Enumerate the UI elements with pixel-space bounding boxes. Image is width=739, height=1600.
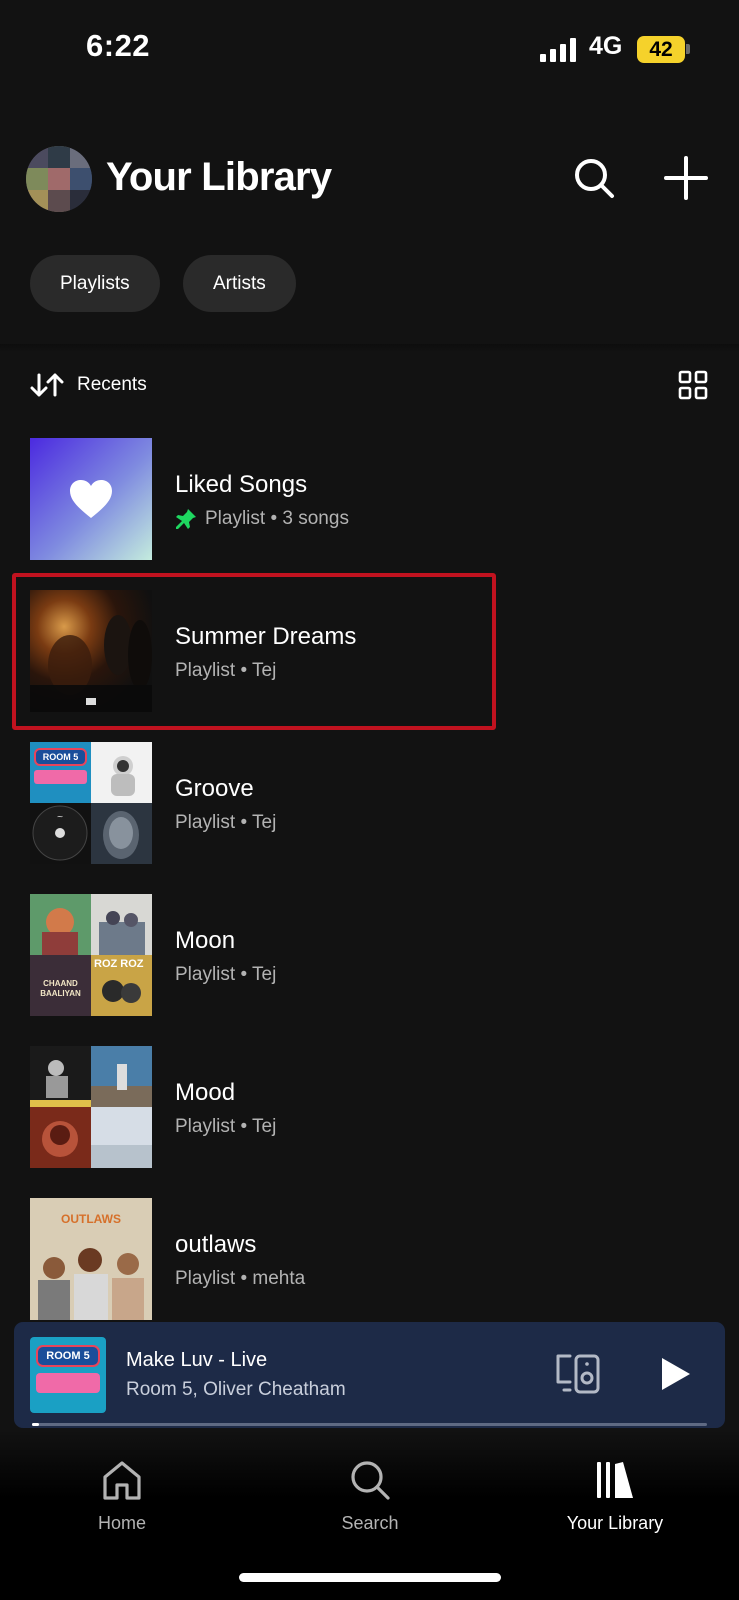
mood-cover-tile: [30, 1107, 91, 1168]
home-indicator: [239, 1573, 501, 1582]
play-button[interactable]: [654, 1354, 694, 1394]
item-title: outlaws: [175, 1231, 257, 1258]
moon-cover: CHAAND BAALIYAN ROZ ROZ: [30, 894, 152, 1016]
search-icon: [351, 1461, 390, 1500]
moon-cover-tile: ROZ ROZ: [91, 955, 152, 1016]
play-icon: [662, 1358, 690, 1390]
sort-button[interactable]: Recents: [30, 368, 147, 402]
cover-text: ROOM 5: [36, 1345, 100, 1367]
item-subtitle: Playlist • Tej: [175, 1116, 277, 1137]
item-title: Moon: [175, 927, 236, 954]
now-playing-title: Make Luv - Live: [126, 1349, 268, 1371]
cover-text: CHAAND BAALIYAN: [40, 979, 81, 998]
outlaws-cover: OUTLAWS: [30, 1198, 152, 1320]
groove-cover-tile: [91, 803, 152, 864]
nav-home[interactable]: Home: [42, 1456, 202, 1534]
item-title: Mood: [175, 1079, 236, 1106]
nav-label: Search: [341, 1513, 399, 1533]
now-playing-cover: ROOM 5: [30, 1337, 106, 1413]
mood-cover-tile: [91, 1046, 152, 1107]
list-item-groove[interactable]: ROOM 5 ~ Groove Playlist • Tej: [30, 742, 710, 864]
groove-cover-tile: ROOM 5: [30, 742, 91, 803]
filter-chip-artists[interactable]: Artists: [183, 255, 296, 312]
create-button[interactable]: [660, 152, 712, 204]
nav-your-library[interactable]: Your Library: [535, 1456, 695, 1534]
devices-icon: [556, 1354, 600, 1394]
list-item-outlaws[interactable]: OUTLAWS outlaws Playlist • mehta: [30, 1198, 710, 1320]
groove-cover-tile: [91, 742, 152, 803]
filter-chip-playlists[interactable]: Playlists: [30, 255, 160, 312]
moon-cover-tile: [30, 894, 91, 955]
battery-cap: [686, 44, 690, 54]
page-title: Your Library: [106, 155, 332, 199]
grid-icon: [678, 370, 708, 400]
list-item-liked-songs[interactable]: Liked Songs Playlist • 3 songs: [30, 438, 710, 560]
nav-label: Your Library: [566, 1513, 664, 1533]
list-item-mood[interactable]: Mood Playlist • Tej: [30, 1046, 710, 1168]
divider: [0, 344, 739, 352]
cover-text: ROOM 5: [34, 748, 87, 766]
battery-level: 42: [649, 38, 673, 61]
item-subtitle-row: Playlist • 3 songs: [175, 508, 349, 530]
avatar[interactable]: [26, 146, 92, 212]
plus-icon: [664, 156, 708, 200]
moon-cover-tile: [91, 894, 152, 955]
mini-player[interactable]: ROOM 5 Make Luv - Live Room 5, Oliver Ch…: [14, 1322, 725, 1428]
item-title: Liked Songs: [175, 471, 308, 498]
heart-icon: [70, 480, 112, 518]
sort-label: Recents: [77, 374, 147, 395]
search-icon: [575, 159, 614, 198]
search-button[interactable]: [568, 152, 620, 204]
network-type: 4G: [589, 32, 623, 60]
item-subtitle: Playlist • mehta: [175, 1268, 306, 1289]
liked-songs-cover: [30, 438, 152, 560]
status-time: 6:22: [86, 28, 151, 63]
groove-cover-tile: ~: [30, 803, 91, 864]
playback-progress[interactable]: [32, 1423, 707, 1426]
now-playing-artist: Room 5, Oliver Cheatham: [126, 1379, 346, 1400]
status-bar: 6:22 4G 42: [0, 0, 739, 100]
grid-view-button[interactable]: [678, 370, 708, 400]
item-subtitle: Playlist • Tej: [175, 812, 277, 833]
svg-text:~: ~: [57, 812, 64, 821]
library-icon: [597, 1462, 633, 1498]
battery-icon: 42: [637, 36, 685, 63]
groove-cover: ROOM 5 ~: [30, 742, 152, 864]
list-item-moon[interactable]: CHAAND BAALIYAN ROZ ROZ Moon Playlist • …: [30, 894, 710, 1016]
library-screen: 6:22 4G 42 Your Library Playlists Artist…: [0, 0, 739, 1600]
item-subtitle: Playlist • Tej: [175, 964, 277, 985]
cover-text: ROZ ROZ: [94, 958, 144, 970]
item-subtitle: Playlist • 3 songs: [205, 508, 349, 529]
nav-search[interactable]: Search: [290, 1456, 450, 1534]
connect-device-button[interactable]: [554, 1352, 602, 1396]
home-icon: [103, 1461, 141, 1500]
signal-icon: [540, 38, 578, 62]
highlight-box: [12, 573, 496, 730]
mood-cover: [30, 1046, 152, 1168]
item-title: Groove: [175, 775, 254, 802]
mood-cover-tile: [30, 1046, 91, 1107]
pin-icon: [175, 508, 197, 530]
nav-label: Home: [97, 1513, 146, 1533]
mood-cover-tile: [91, 1107, 152, 1168]
moon-cover-tile: CHAAND BAALIYAN: [30, 955, 91, 1016]
sort-icon: [30, 373, 64, 397]
playback-progress-fill: [32, 1423, 39, 1426]
